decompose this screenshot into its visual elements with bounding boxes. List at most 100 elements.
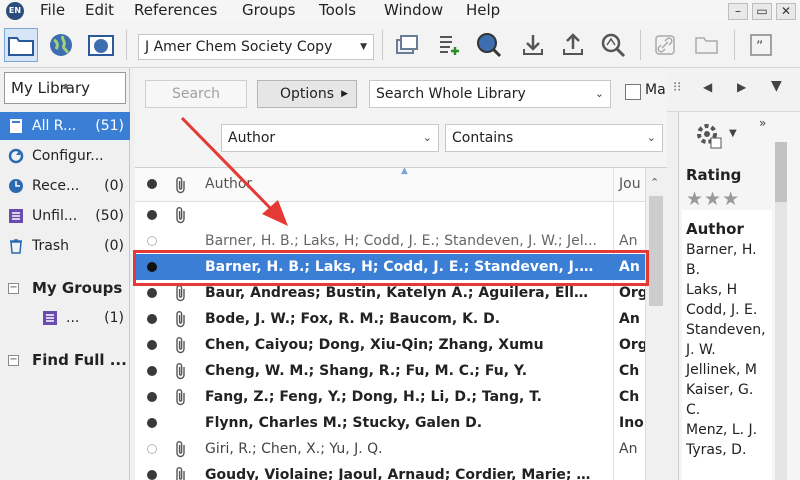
reference-author: Goudy, Violaine; Jaoul, Arnaud; Cordier,… [205,467,597,480]
expand-chevrons-icon[interactable]: » [759,116,766,130]
attachment-icon[interactable] [173,283,189,303]
tab-menu-icon[interactable]: ▼ [771,78,782,94]
tab-left-arrow-icon[interactable]: ◀ [703,80,712,94]
library-name-box[interactable]: ▲ My Library [4,72,126,104]
author-line: B. [686,262,701,278]
reference-row[interactable]: Cheng, W. M.; Shang, R.; Fu, M. C.; Fu, … [135,358,645,384]
chevron-down-icon: ⌄ [594,87,604,100]
attachment-icon[interactable] [173,387,189,407]
group-unfiled[interactable]: Unfil... (50) [0,202,130,230]
reference-row[interactable]: Giri, R.; Chen, X.; Yu, J. Q. An [135,436,645,462]
unread-status-icon[interactable] [147,210,157,220]
unread-status-icon[interactable] [147,392,157,402]
attachment-icon[interactable] [173,335,189,355]
local-library-mode-button[interactable] [4,28,38,62]
output-style-select[interactable]: J Amer Chem Society Copy ▼ [138,34,374,60]
attachment-icon[interactable] [173,439,189,459]
group-icon [43,311,57,325]
online-search-button[interactable] [472,28,506,62]
export-button[interactable] [556,28,590,62]
reference-row[interactable]: Fang, Z.; Feng, Y.; Dong, H.; Li, D.; Ta… [135,384,645,410]
unread-status-icon[interactable] [147,340,157,350]
options-label: Options [280,86,335,102]
read-status-icon[interactable] [147,236,157,246]
gear-dropdown-icon[interactable]: ▼ [729,128,737,139]
close-button[interactable]: ✕ [776,3,796,20]
annotation-highlight-box [133,250,649,286]
open-file-button[interactable] [690,28,724,62]
attachment-icon[interactable] [173,205,189,225]
author-line: Menz, L. J. [686,422,758,438]
search-field-select[interactable]: Author ⌄ [221,124,439,152]
search-scope-select[interactable]: Search Whole Library ⌄ [369,80,611,108]
group-trash[interactable]: Trash (0) [0,232,130,260]
tab-right-arrow-icon[interactable]: ▶ [737,80,746,94]
search-button[interactable]: Search [145,80,247,108]
menu-references[interactable]: References [134,0,217,22]
author-line: Barner, H. [686,242,757,258]
attachment-icon[interactable] [173,361,189,381]
insert-citation-button[interactable]: ” [744,28,778,62]
section-label: Find Full ... [32,351,127,369]
search-operator-select[interactable]: Contains ⌄ [445,124,663,152]
menu-edit[interactable]: Edit [85,0,114,22]
group-recently-added[interactable]: Rece... (0) [0,172,130,200]
my-groups-section[interactable]: − My Groups [0,274,130,302]
reference-author: Chen, Caiyou; Dong, Xiu-Qin; Zhang, Xumu [205,337,544,353]
minimize-button[interactable]: – [728,3,748,20]
collapse-caret-icon: ▲ [63,81,70,90]
menu-tools[interactable]: Tools [319,0,356,22]
options-button[interactable]: Options ▶ [257,80,357,108]
output-style-value: J Amer Chem Society Copy [145,39,333,55]
online-search-mode-button[interactable] [44,28,78,62]
reference-row[interactable]: Chen, Caiyou; Dong, Xiu-Qin; Zhang, Xumu… [135,332,645,358]
match-case-checkbox[interactable] [625,84,641,100]
find-full-text-button[interactable] [596,28,630,62]
attachment-icon[interactable] [173,309,189,329]
group-configure-sync[interactable]: Configur... [0,142,130,170]
collapse-toggle-icon[interactable]: − [8,355,19,366]
double-arrow-icon[interactable]: ⁝⁝ [673,80,681,95]
toolbar: J Amer Chem Society Copy ▼ ” [0,22,800,68]
integrated-library-button[interactable] [84,28,118,62]
reference-row[interactable]: Goudy, Violaine; Jaoul, Arnaud; Cordier,… [135,462,645,480]
author-column-header[interactable]: Author [205,176,252,192]
journal-column-header[interactable]: Jou [619,176,641,192]
open-link-button[interactable] [648,28,682,62]
reference-row[interactable]: Bode, J. W.; Fox, R. M.; Baucom, K. D. An [135,306,645,332]
import-button[interactable] [516,28,550,62]
unread-status-icon[interactable] [147,288,157,298]
custom-group-item[interactable]: ... (1) [0,304,130,332]
group-all-references[interactable]: All R... (51) [0,112,130,140]
panel-scroll-thumb[interactable] [775,142,787,202]
list-scrollbar[interactable]: ⌃ [645,168,667,480]
reference-row[interactable] [135,202,645,228]
scroll-up-icon[interactable]: ⌃ [650,176,659,189]
library-title: My Library [11,79,91,97]
unread-status-icon[interactable] [147,418,157,428]
unread-status-icon[interactable] [147,470,157,480]
clock-icon [9,179,23,193]
gear-icon[interactable] [695,122,723,150]
copy-formatted-button[interactable] [390,28,424,62]
find-full-text-section[interactable]: − Find Full ... [0,346,130,374]
read-status-header-icon[interactable] [147,179,157,189]
menu-groups[interactable]: Groups [242,0,295,22]
unread-status-icon[interactable] [147,314,157,324]
new-reference-button[interactable] [432,28,466,62]
menu-help[interactable]: Help [466,0,500,22]
copy-icon [396,35,418,54]
read-status-icon[interactable] [147,444,157,454]
attachment-header-icon[interactable] [173,175,189,195]
rating-stars[interactable]: ★★★ [686,188,740,210]
scroll-thumb[interactable] [649,196,663,306]
quote-icon: ” [750,34,772,56]
unread-status-icon[interactable] [147,366,157,376]
restore-button[interactable]: ▭ [752,3,772,20]
reference-list: Author ▲ Jou Barner, H. B.; Laks, H; Cod… [135,168,645,480]
reference-row[interactable]: Flynn, Charles M.; Stucky, Galen D. Ino [135,410,645,436]
menu-window[interactable]: Window [384,0,443,22]
menu-file[interactable]: File [40,0,65,22]
attachment-icon[interactable] [173,465,189,480]
collapse-toggle-icon[interactable]: − [8,283,19,294]
